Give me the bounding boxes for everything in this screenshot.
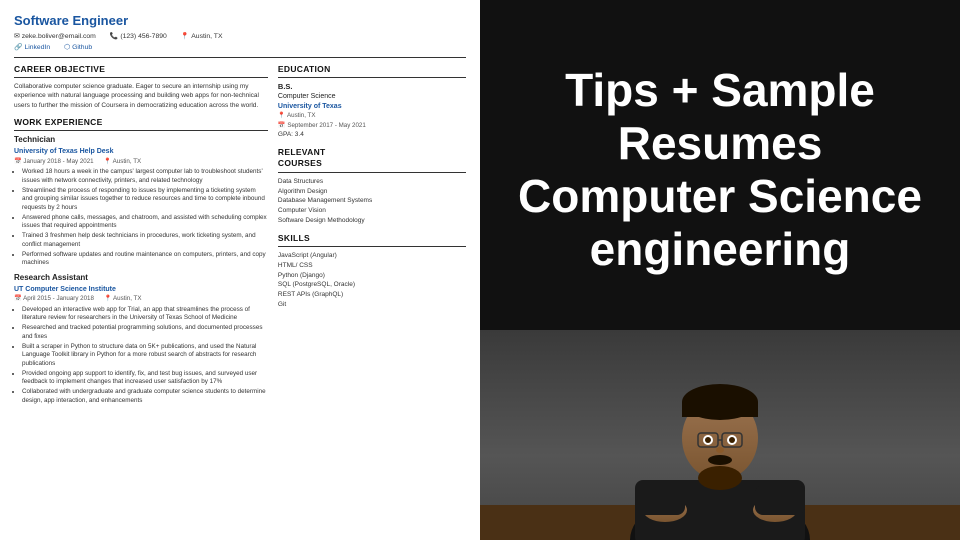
linkedin-link[interactable]: 🔗 LinkedIn bbox=[14, 43, 50, 52]
resume-body: CAREER OBJECTIVE Collaborative computer … bbox=[14, 64, 466, 407]
skill-4: SQL (PostgreSQL, Oracle) bbox=[278, 280, 466, 290]
person-background bbox=[480, 330, 960, 540]
education-block: B.S. Computer Science University of Texa… bbox=[278, 82, 466, 139]
skill-2: HTML/ CSS bbox=[278, 261, 466, 271]
job-2-bullet-3: Built a scraper in Python to structure d… bbox=[22, 343, 268, 369]
phone-contact: 📞 (123) 456-7890 bbox=[110, 32, 167, 41]
job-2-bullet-4: Provided ongoing app support to identify… bbox=[22, 370, 268, 387]
job-1-employer: University of Texas Help Desk bbox=[14, 147, 268, 156]
job-1-location: 📍 Austin, TX bbox=[104, 158, 142, 166]
job-1-bullet-5: Performed software updates and routine m… bbox=[22, 251, 268, 268]
resume-right-column: EDUCATION B.S. Computer Science Universi… bbox=[278, 64, 466, 407]
job-2-bullet-2: Researched and tracked potential program… bbox=[22, 324, 268, 341]
overlay-line-1: Tips + Sample bbox=[565, 64, 875, 116]
job-2-bullet-1: Developed an interactive web app for Tri… bbox=[22, 306, 268, 323]
person-thumbnail bbox=[480, 330, 960, 540]
job-1-meta: 📅 January 2018 - May 2021 📍 Austin, TX bbox=[14, 158, 268, 166]
courses-list: Data Structures Algorithm Design Databas… bbox=[278, 177, 466, 226]
overlay-text: Tips + Sample Resumes Computer Science e… bbox=[518, 64, 922, 276]
job-2: Research Assistant UT Computer Science I… bbox=[14, 273, 268, 406]
job-2-location: 📍 Austin, TX bbox=[104, 295, 142, 303]
courses-title: RELEVANTCOURSES bbox=[278, 147, 466, 173]
job-1-date: 📅 January 2018 - May 2021 bbox=[14, 158, 94, 166]
overlay-line-4: engineering bbox=[590, 223, 851, 275]
video-panel: Tips + Sample Resumes Computer Science e… bbox=[480, 0, 960, 540]
course-3: Database Management Systems bbox=[278, 196, 466, 206]
overlay-line-3: Computer Science bbox=[518, 170, 922, 222]
edu-dates: 📅 September 2017 - May 2021 bbox=[278, 122, 466, 130]
edu-degree: B.S. bbox=[278, 82, 466, 92]
course-2: Algorithm Design bbox=[278, 187, 466, 197]
text-overlay: Tips + Sample Resumes Computer Science e… bbox=[480, 0, 960, 330]
edu-location: 📍 Austin, TX bbox=[278, 112, 466, 120]
overlay-line-2: Resumes bbox=[618, 117, 823, 169]
skill-1: JavaScript (Angular) bbox=[278, 251, 466, 261]
job-2-title: Research Assistant bbox=[14, 273, 268, 284]
education-title: EDUCATION bbox=[278, 64, 466, 78]
skill-5: REST APIs (GraphQL) bbox=[278, 290, 466, 300]
resume-name: Software Engineer bbox=[14, 12, 466, 30]
github-link[interactable]: ⬡ Github bbox=[64, 43, 92, 52]
resume-contact-row: ✉ zeke.boliver@email.com 📞 (123) 456-789… bbox=[14, 32, 466, 41]
job-2-date: 📅 April 2015 - January 2018 bbox=[14, 295, 94, 303]
job-1-bullet-1: Worked 18 hours a week in the campus' la… bbox=[22, 168, 268, 185]
resume-left-column: CAREER OBJECTIVE Collaborative computer … bbox=[14, 64, 268, 407]
edu-gpa: GPA: 3.4 bbox=[278, 131, 466, 140]
person-svg bbox=[480, 330, 960, 540]
course-5: Software Design Methodology bbox=[278, 216, 466, 226]
job-2-bullets: Developed an interactive web app for Tri… bbox=[14, 306, 268, 406]
career-objective-text: Collaborative computer science graduate.… bbox=[14, 82, 268, 109]
resume-header: Software Engineer ✉ zeke.boliver@email.c… bbox=[14, 12, 466, 58]
job-1-bullet-4: Trained 3 freshmen help desk technicians… bbox=[22, 232, 268, 249]
resume-panel: Software Engineer ✉ zeke.boliver@email.c… bbox=[0, 0, 480, 540]
job-2-bullet-5: Collaborated with undergraduate and grad… bbox=[22, 388, 268, 405]
skill-3: Python (Django) bbox=[278, 271, 466, 281]
resume-links-row: 🔗 LinkedIn ⬡ Github bbox=[14, 43, 466, 52]
email-contact: ✉ zeke.boliver@email.com bbox=[14, 32, 96, 41]
job-1: Technician University of Texas Help Desk… bbox=[14, 135, 268, 268]
course-4: Computer Vision bbox=[278, 206, 466, 216]
job-1-bullet-2: Streamlined the process of responding to… bbox=[22, 187, 268, 213]
skill-6: Git bbox=[278, 300, 466, 310]
edu-school: University of Texas bbox=[278, 102, 466, 111]
location-contact: 📍 Austin, TX bbox=[181, 32, 223, 41]
course-1: Data Structures bbox=[278, 177, 466, 187]
job-1-bullet-3: Answered phone calls, messages, and chat… bbox=[22, 214, 268, 231]
skills-list: JavaScript (Angular) HTML/ CSS Python (D… bbox=[278, 251, 466, 310]
work-experience-title: WORK EXPERIENCE bbox=[14, 117, 268, 131]
career-objective-title: CAREER OBJECTIVE bbox=[14, 64, 268, 78]
job-2-meta: 📅 April 2015 - January 2018 📍 Austin, TX bbox=[14, 295, 268, 303]
job-1-bullets: Worked 18 hours a week in the campus' la… bbox=[14, 168, 268, 268]
job-2-employer: UT Computer Science Institute bbox=[14, 285, 268, 294]
edu-field: Computer Science bbox=[278, 92, 466, 101]
skills-title: SKILLS bbox=[278, 233, 466, 247]
job-1-title: Technician bbox=[14, 135, 268, 146]
